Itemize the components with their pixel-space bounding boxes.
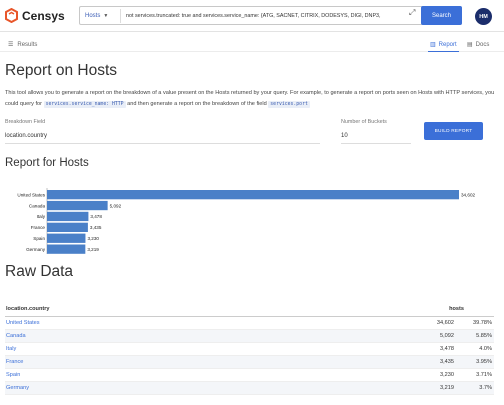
country-link[interactable]: Germany bbox=[5, 381, 385, 395]
host-count: 3,230 bbox=[385, 368, 455, 382]
chart-category-label: France bbox=[31, 225, 46, 230]
divider bbox=[120, 9, 121, 23]
divider bbox=[341, 143, 411, 144]
host-percent: 5.85% bbox=[455, 329, 494, 343]
search-button[interactable]: Search bbox=[421, 6, 462, 25]
breakdown-field-input[interactable]: location.country bbox=[5, 133, 47, 139]
host-percent: 4.0% bbox=[455, 342, 494, 356]
chart-category-label: Canada bbox=[29, 203, 46, 208]
example-field-code: services.port bbox=[268, 101, 310, 108]
censys-logo[interactable]: Censys bbox=[4, 8, 65, 23]
page-title: Report on Hosts bbox=[5, 62, 117, 79]
chart-category-label: Spain bbox=[33, 236, 45, 241]
search-bar: Hosts ▼ ⤢ bbox=[79, 6, 462, 25]
raw-data-title: Raw Data bbox=[5, 263, 74, 280]
chart-bar[interactable] bbox=[47, 244, 86, 254]
country-link[interactable]: Canada bbox=[5, 329, 385, 343]
chart-bar[interactable] bbox=[47, 211, 89, 222]
host-percent: 3.71% bbox=[455, 368, 494, 382]
scope-select[interactable]: Hosts ▼ bbox=[85, 10, 108, 22]
host-percent: 3.7% bbox=[455, 381, 494, 395]
chart-value-label: 3,230 bbox=[87, 236, 99, 241]
search-input[interactable] bbox=[126, 10, 416, 22]
table-row: France 3,435 3.95% bbox=[5, 355, 494, 369]
scope-select-value: Hosts bbox=[85, 13, 101, 19]
host-count: 5,092 bbox=[385, 329, 455, 343]
sub-navigation: ☰ Results ▥ Report ▤ Docs bbox=[0, 38, 504, 52]
chart-category-label: Germany bbox=[26, 247, 46, 252]
table-row: Italy 3,478 4.0% bbox=[5, 342, 494, 356]
tab-docs[interactable]: ▤ Docs bbox=[467, 41, 490, 49]
chart-bar[interactable] bbox=[47, 200, 108, 211]
list-icon: ☰ bbox=[8, 42, 14, 48]
bar-chart: United States 34,602 Canada 5,092 Italy 3,478… bbox=[17, 188, 475, 254]
chart-value-label: 3,478 bbox=[90, 214, 102, 219]
buckets-label: Number of Buckets bbox=[341, 119, 387, 125]
tab-docs-label: Docs bbox=[475, 41, 490, 48]
buckets-input[interactable]: 10 bbox=[341, 133, 348, 139]
host-count: 3,435 bbox=[385, 355, 455, 369]
build-report-button[interactable]: BUILD REPORT bbox=[424, 122, 483, 140]
host-count: 34,602 bbox=[385, 316, 455, 330]
chart-value-label: 5,092 bbox=[110, 203, 122, 208]
country-link[interactable]: United States bbox=[5, 316, 385, 330]
host-count: 3,219 bbox=[385, 381, 455, 395]
censys-logo-icon bbox=[4, 8, 19, 23]
table-row: Germany 3,219 3.7% bbox=[5, 381, 494, 395]
chart-value-label: 34,602 bbox=[461, 192, 475, 197]
results-link[interactable]: ☰ Results bbox=[8, 41, 38, 49]
host-percent: 39.78% bbox=[455, 316, 494, 330]
description-text-2: and then generate a report on the breakd… bbox=[125, 101, 269, 107]
expand-icon[interactable]: ⤢ bbox=[409, 8, 415, 18]
raw-data-table: location.country hosts United States 34,6… bbox=[5, 303, 494, 395]
chart-bar[interactable] bbox=[47, 190, 459, 200]
table-header-row: location.country hosts bbox=[5, 303, 494, 317]
chart-category-label: Italy bbox=[37, 214, 46, 219]
country-link[interactable]: Italy bbox=[5, 342, 385, 356]
table-row: Canada 5,092 5.85% bbox=[5, 329, 494, 343]
tab-report-label: Report bbox=[438, 41, 457, 48]
chart-value-label: 3,219 bbox=[87, 247, 99, 252]
country-link[interactable]: France bbox=[5, 355, 385, 369]
country-link[interactable]: Spain bbox=[5, 368, 385, 382]
chart-value-label: 3,435 bbox=[90, 225, 102, 230]
host-count: 3,478 bbox=[385, 342, 455, 356]
chart-icon: ▥ bbox=[430, 42, 436, 48]
table-row: Spain 3,230 3.71% bbox=[5, 368, 494, 382]
column-header-country[interactable]: location.country bbox=[5, 303, 385, 317]
tab-report[interactable]: ▥ Report bbox=[428, 41, 459, 52]
host-percent: 3.95% bbox=[455, 355, 494, 369]
top-bar: Censys Hosts ▼ ⤢ Search HM bbox=[0, 0, 504, 32]
report-section-title: Report for Hosts bbox=[5, 157, 89, 169]
document-icon: ▤ bbox=[467, 42, 473, 48]
avatar[interactable]: HM bbox=[475, 8, 492, 25]
chart-category-label: United States bbox=[17, 192, 45, 197]
example-query-code: services.service_name: HTTP bbox=[43, 101, 126, 108]
table-row: United States 34,602 39.78% bbox=[5, 316, 494, 330]
divider bbox=[5, 143, 320, 144]
app-name: Censys bbox=[22, 8, 65, 23]
breakdown-field-label: Breakdown Field bbox=[5, 119, 46, 125]
chart-bar[interactable] bbox=[47, 222, 88, 232]
results-label: Results bbox=[17, 41, 38, 48]
chart-bar[interactable] bbox=[47, 233, 86, 243]
page-description: This tool allows you to generate a repor… bbox=[5, 88, 495, 110]
chevron-down-icon: ▼ bbox=[103, 13, 109, 19]
column-header-hosts[interactable]: hosts bbox=[385, 303, 494, 317]
